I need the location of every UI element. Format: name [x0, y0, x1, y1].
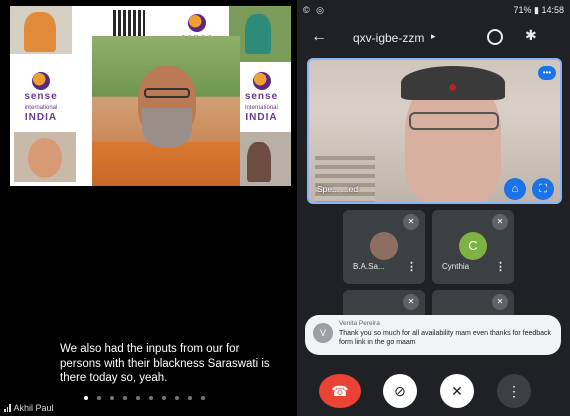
participant-name: Cynthia — [442, 262, 470, 271]
logo-tile-left: sense international INDIA — [10, 66, 72, 126]
logo-line1: sense — [24, 91, 58, 102]
bluetooth-icon[interactable]: ✱ — [525, 27, 537, 44]
main-participant-name: Spe... ...ed — [317, 184, 359, 194]
status-right: 71% ▮ 14:58 — [513, 5, 565, 15]
shared-video: Scan QR code to Donate sense sense inter… — [10, 6, 291, 186]
page-dot[interactable] — [123, 396, 127, 400]
logo-line3: INDIA — [245, 112, 278, 123]
meeting-code[interactable]: qxv-igbe-zzm — [353, 31, 424, 45]
page-dot[interactable] — [188, 396, 192, 400]
camera-off-button[interactable]: ⊘ — [383, 374, 417, 408]
more-vert-icon[interactable]: ⋮ — [495, 260, 506, 273]
page-dot[interactable] — [84, 396, 88, 400]
page-dot[interactable] — [149, 396, 153, 400]
kid-photo-tile — [10, 6, 72, 54]
call-controls: ☎ ⊘ ✕ ⋮ — [297, 370, 570, 410]
pin-icon[interactable]: ⌂ — [504, 178, 526, 200]
participant-name: B.A.Sa... — [353, 262, 385, 271]
mic-off-button[interactable]: ✕ — [440, 374, 474, 408]
participant-avatar — [370, 232, 398, 260]
meeting-topbar: ← qxv-igbe-zzm ▸ ✱ — [297, 22, 570, 54]
status-bar: © ◎ 71% ▮ 14:58 — [297, 0, 570, 20]
chat-notification[interactable]: V Venita Pereira Thank you so much for a… — [305, 315, 561, 355]
logo-line3: INDIA — [24, 112, 58, 123]
logo-tile-right: sense international INDIA — [232, 66, 291, 126]
speaker-name: Akhil Paul — [13, 403, 54, 413]
mic-off-icon: ✕ — [403, 214, 419, 230]
mic-off-icon: ✕ — [403, 294, 419, 310]
child-cap-photo — [14, 132, 76, 182]
logo-line2: international — [245, 105, 278, 111]
chevron-right-icon[interactable]: ▸ — [431, 31, 436, 42]
zoom-panel: Scan QR code to Donate sense sense inter… — [0, 0, 296, 416]
meet-phone-screen: © ◎ 71% ▮ 14:58 ← qxv-igbe-zzm ▸ ✱ ••• S… — [297, 0, 570, 416]
chat-message: Thank you so much for all availability m… — [339, 330, 552, 346]
live-caption: We also had the inputs from our for pers… — [60, 343, 270, 384]
page-dot[interactable] — [175, 396, 179, 400]
more-options-icon[interactable]: ••• — [538, 66, 556, 80]
audio-level-icon — [4, 404, 11, 412]
chat-avatar: V — [313, 323, 333, 343]
sense-logo-icon — [252, 72, 271, 90]
speaker-video — [92, 36, 240, 186]
back-arrow-icon[interactable]: ← — [311, 28, 327, 46]
logo-line2: international — [24, 105, 58, 111]
participant-avatar: C — [459, 232, 487, 260]
expand-icon[interactable]: ⛶ — [532, 178, 554, 200]
logo-line1: sense — [244, 91, 279, 102]
mic-off-icon: ✕ — [492, 294, 508, 310]
participant-tile[interactable]: ✕ C Cynthia ⋮ — [432, 210, 514, 284]
chat-sender: Venita Pereira — [339, 320, 380, 327]
mic-off-icon: ✕ — [492, 214, 508, 230]
page-indicator — [84, 396, 205, 400]
end-call-button[interactable]: ☎ — [319, 374, 361, 408]
more-vert-icon[interactable]: ⋮ — [406, 260, 417, 273]
switch-camera-icon[interactable] — [487, 29, 503, 45]
status-left-icons: © ◎ — [303, 5, 326, 15]
page-dot[interactable] — [201, 396, 205, 400]
sense-logo-icon — [32, 72, 50, 90]
kid-image — [24, 12, 56, 52]
page-dot[interactable] — [97, 396, 101, 400]
more-options-button[interactable]: ⋮ — [497, 374, 531, 408]
page-dot[interactable] — [110, 396, 114, 400]
speaker-name-tag: Akhil Paul — [4, 403, 54, 413]
sense-logo-icon — [188, 14, 206, 32]
participant-tile[interactable]: ✕ B.A.Sa... ⋮ — [343, 210, 425, 284]
main-participant-video[interactable]: ••• Spe... ...ed ⌂ ⛶ — [307, 58, 562, 204]
page-dot[interactable] — [136, 396, 140, 400]
page-dot[interactable] — [162, 396, 166, 400]
